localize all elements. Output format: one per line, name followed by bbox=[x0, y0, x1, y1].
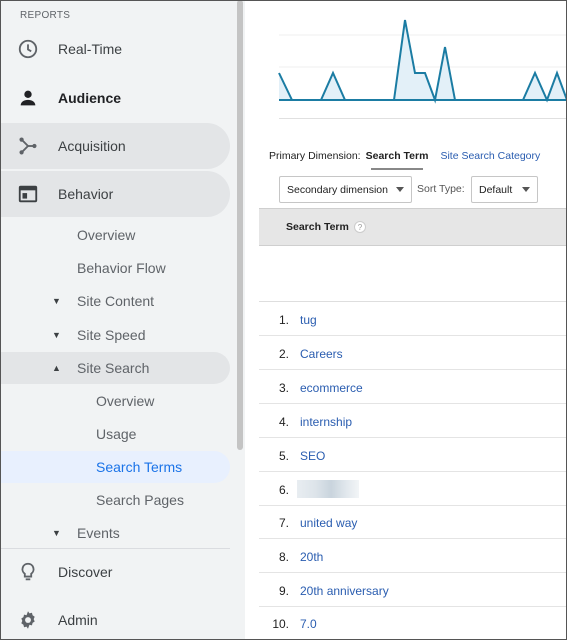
search-term-link[interactable]: united way bbox=[300, 516, 357, 530]
sidebar-item-label: Site Search bbox=[77, 360, 150, 376]
sidebar-item-label: Admin bbox=[58, 612, 98, 628]
sidebar: REPORTS Real-Time Audience Acquisition B… bbox=[0, 0, 245, 640]
sidebar-item-search-pages[interactable]: Search Pages bbox=[0, 484, 230, 516]
row-index: 10. bbox=[272, 617, 289, 631]
row-index: 8. bbox=[278, 550, 289, 564]
secondary-dimension-label: Secondary dimension bbox=[287, 183, 388, 196]
search-term-link[interactable]: Careers bbox=[300, 347, 343, 361]
row-index: 3. bbox=[278, 381, 289, 395]
table-row: 2. Careers bbox=[259, 336, 567, 370]
row-index: 6. bbox=[278, 483, 289, 497]
row-index: 2. bbox=[278, 347, 289, 361]
table-row: 9. 20th anniversary bbox=[259, 573, 567, 607]
behavior-icon bbox=[18, 185, 38, 203]
sidebar-item-audience[interactable]: Audience bbox=[0, 75, 230, 121]
sidebar-item-label: Usage bbox=[96, 426, 137, 442]
primary-dimension-site-search-category[interactable]: Site Search Category bbox=[440, 150, 540, 162]
caret-down-icon: ▼ bbox=[52, 528, 61, 538]
report-main: Primary Dimension: Search Term Site Search… bbox=[259, 0, 567, 640]
sort-type-value: Default bbox=[479, 183, 513, 196]
sidebar-item-label: Behavior Flow bbox=[77, 260, 166, 276]
table-row: 8. 20th bbox=[259, 539, 567, 573]
sidebar-item-label: Site Speed bbox=[77, 327, 146, 343]
sidebar-item-behavior[interactable]: Behavior bbox=[0, 171, 230, 217]
table-row: 3. ecommerce bbox=[259, 370, 567, 404]
caret-up-icon: ▲ bbox=[52, 363, 61, 373]
sidebar-item-label: Overview bbox=[96, 393, 155, 409]
sidebar-item-label: Audience bbox=[58, 90, 122, 106]
help-icon[interactable]: ? bbox=[354, 221, 366, 233]
sidebar-item-admin[interactable]: Admin bbox=[0, 597, 230, 640]
table-total-row bbox=[259, 246, 567, 302]
chart-area bbox=[279, 20, 567, 100]
caret-down-icon bbox=[396, 187, 404, 192]
lightbulb-icon bbox=[21, 562, 35, 581]
sidebar-item-label: Overview bbox=[77, 227, 136, 243]
sidebar-item-events[interactable]: ▼ Events bbox=[0, 517, 230, 549]
sidebar-item-label: Real-Time bbox=[58, 41, 123, 57]
search-term-link[interactable]: tug bbox=[300, 313, 317, 327]
row-index: 9. bbox=[278, 584, 289, 598]
table-row: 10. 7.0 bbox=[259, 606, 567, 640]
sidebar-item-real-time[interactable]: Real-Time bbox=[0, 26, 230, 72]
column-header-search-term[interactable]: Search Term bbox=[286, 221, 349, 233]
sidebar-item-label: Search Terms bbox=[96, 459, 183, 475]
redacted-search-term[interactable] bbox=[297, 480, 359, 498]
sidebar-item-label: Events bbox=[77, 525, 120, 541]
gear-icon bbox=[21, 611, 35, 629]
acquisition-icon bbox=[19, 137, 37, 155]
sidebar-item-site-content[interactable]: ▼ Site Content bbox=[0, 285, 230, 317]
caret-down-icon: ▼ bbox=[52, 296, 61, 306]
sidebar-item-discover[interactable]: Discover bbox=[0, 549, 230, 595]
sidebar-item-label: Site Content bbox=[77, 293, 155, 309]
row-index: 4. bbox=[278, 415, 289, 429]
sidebar-item-label: Behavior bbox=[58, 186, 114, 202]
person-icon bbox=[20, 90, 36, 106]
sidebar-scrollbar[interactable] bbox=[237, 0, 243, 450]
sidebar-item-label: Search Pages bbox=[96, 492, 184, 508]
row-index: 1. bbox=[278, 313, 289, 327]
reports-header: REPORTS bbox=[20, 10, 71, 21]
table-row: 5. SEO bbox=[259, 438, 567, 472]
sort-type-label: Sort Type: bbox=[417, 183, 465, 195]
sidebar-item-behavior-flow[interactable]: Behavior Flow bbox=[0, 252, 230, 284]
sidebar-item-acquisition[interactable]: Acquisition bbox=[0, 123, 230, 169]
table-row: 1. tug bbox=[259, 302, 567, 336]
sidebar-item-label: Acquisition bbox=[58, 138, 126, 154]
table-row: 4. internship bbox=[259, 404, 567, 438]
search-term-link[interactable]: ecommerce bbox=[300, 381, 363, 395]
search-term-link[interactable]: 20th anniversary bbox=[300, 584, 389, 598]
sidebar-item-usage[interactable]: Usage bbox=[0, 418, 230, 450]
search-term-link[interactable]: SEO bbox=[300, 449, 325, 463]
table-row: 6. bbox=[259, 472, 567, 506]
sidebar-item-label: Discover bbox=[58, 564, 113, 580]
search-term-link[interactable]: 7.0 bbox=[300, 617, 317, 631]
sidebar-item-site-speed[interactable]: ▼ Site Speed bbox=[0, 319, 230, 351]
primary-dimension-label: Primary Dimension: bbox=[269, 150, 361, 162]
search-term-link[interactable]: internship bbox=[300, 415, 352, 429]
table-header: Search Term ? bbox=[259, 208, 567, 246]
row-index: 7. bbox=[278, 516, 289, 530]
sidebar-item-site-search[interactable]: ▲ Site Search bbox=[0, 352, 230, 384]
caret-down-icon bbox=[522, 187, 530, 192]
chart-axis-line bbox=[279, 118, 567, 119]
primary-dimension-underline bbox=[371, 168, 423, 170]
sidebar-item-site-search-overview[interactable]: Overview bbox=[0, 385, 230, 417]
primary-dimension-search-term[interactable]: Search Term bbox=[366, 150, 429, 162]
sidebar-item-search-terms[interactable]: Search Terms bbox=[0, 451, 230, 483]
trend-chart bbox=[278, 19, 567, 104]
search-term-link[interactable]: 20th bbox=[300, 550, 323, 564]
sidebar-item-behavior-overview[interactable]: Overview bbox=[0, 219, 230, 251]
clock-icon bbox=[18, 39, 38, 59]
sort-type-dropdown[interactable]: Default bbox=[471, 176, 538, 203]
row-index: 5. bbox=[278, 449, 289, 463]
primary-dimension-row: Primary Dimension: Search Term Site Search… bbox=[269, 150, 540, 162]
caret-down-icon: ▼ bbox=[52, 330, 61, 340]
table-row: 7. united way bbox=[259, 505, 567, 539]
secondary-dimension-dropdown[interactable]: Secondary dimension bbox=[279, 176, 412, 203]
